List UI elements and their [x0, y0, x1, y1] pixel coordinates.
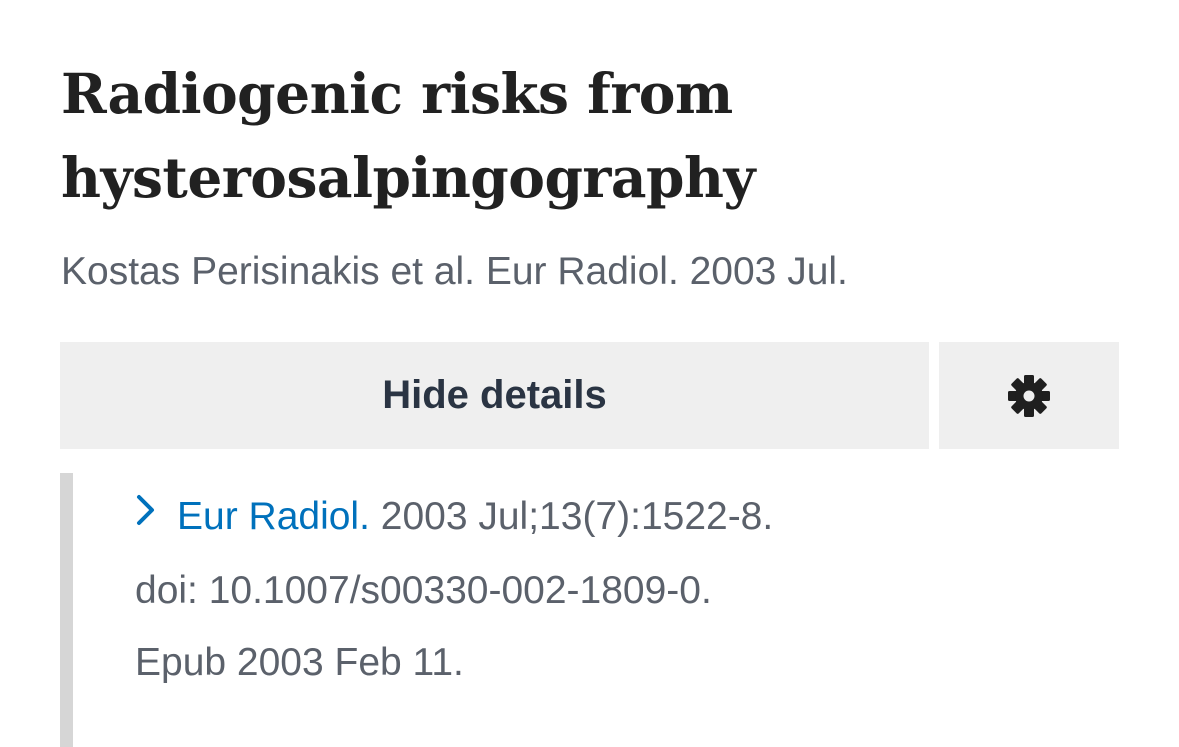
- citation-text: 2003 Jul;13(7):1522-8.: [369, 495, 774, 538]
- chevron-right-icon[interactable]: [135, 479, 157, 551]
- journal-link[interactable]: Eur Radiol.: [177, 495, 370, 538]
- epub-date: Epub 2003 Feb 11.: [135, 640, 464, 684]
- article-authors: Kostas Perisinakis et al. Eur Radiol. 20…: [61, 250, 848, 293]
- article-title-line-2: hysterosalpingography: [61, 145, 755, 210]
- article-title-line-1: Radiogenic risks from: [61, 61, 733, 126]
- article-title: Radiogenic risks from hysterosalpingograp…: [61, 52, 1121, 220]
- article-details-panel: Eur Radiol. 2003 Jul;13(7):1522-8. doi: …: [60, 473, 1120, 747]
- settings-button[interactable]: [939, 342, 1119, 449]
- citation-block: Eur Radiol. 2003 Jul;13(7):1522-8. doi: …: [135, 481, 1095, 699]
- hide-details-button[interactable]: Hide details: [60, 342, 929, 449]
- gear-icon: [1008, 374, 1050, 417]
- doi-text: doi: 10.1007/s00330-002-1809-0.: [135, 568, 712, 612]
